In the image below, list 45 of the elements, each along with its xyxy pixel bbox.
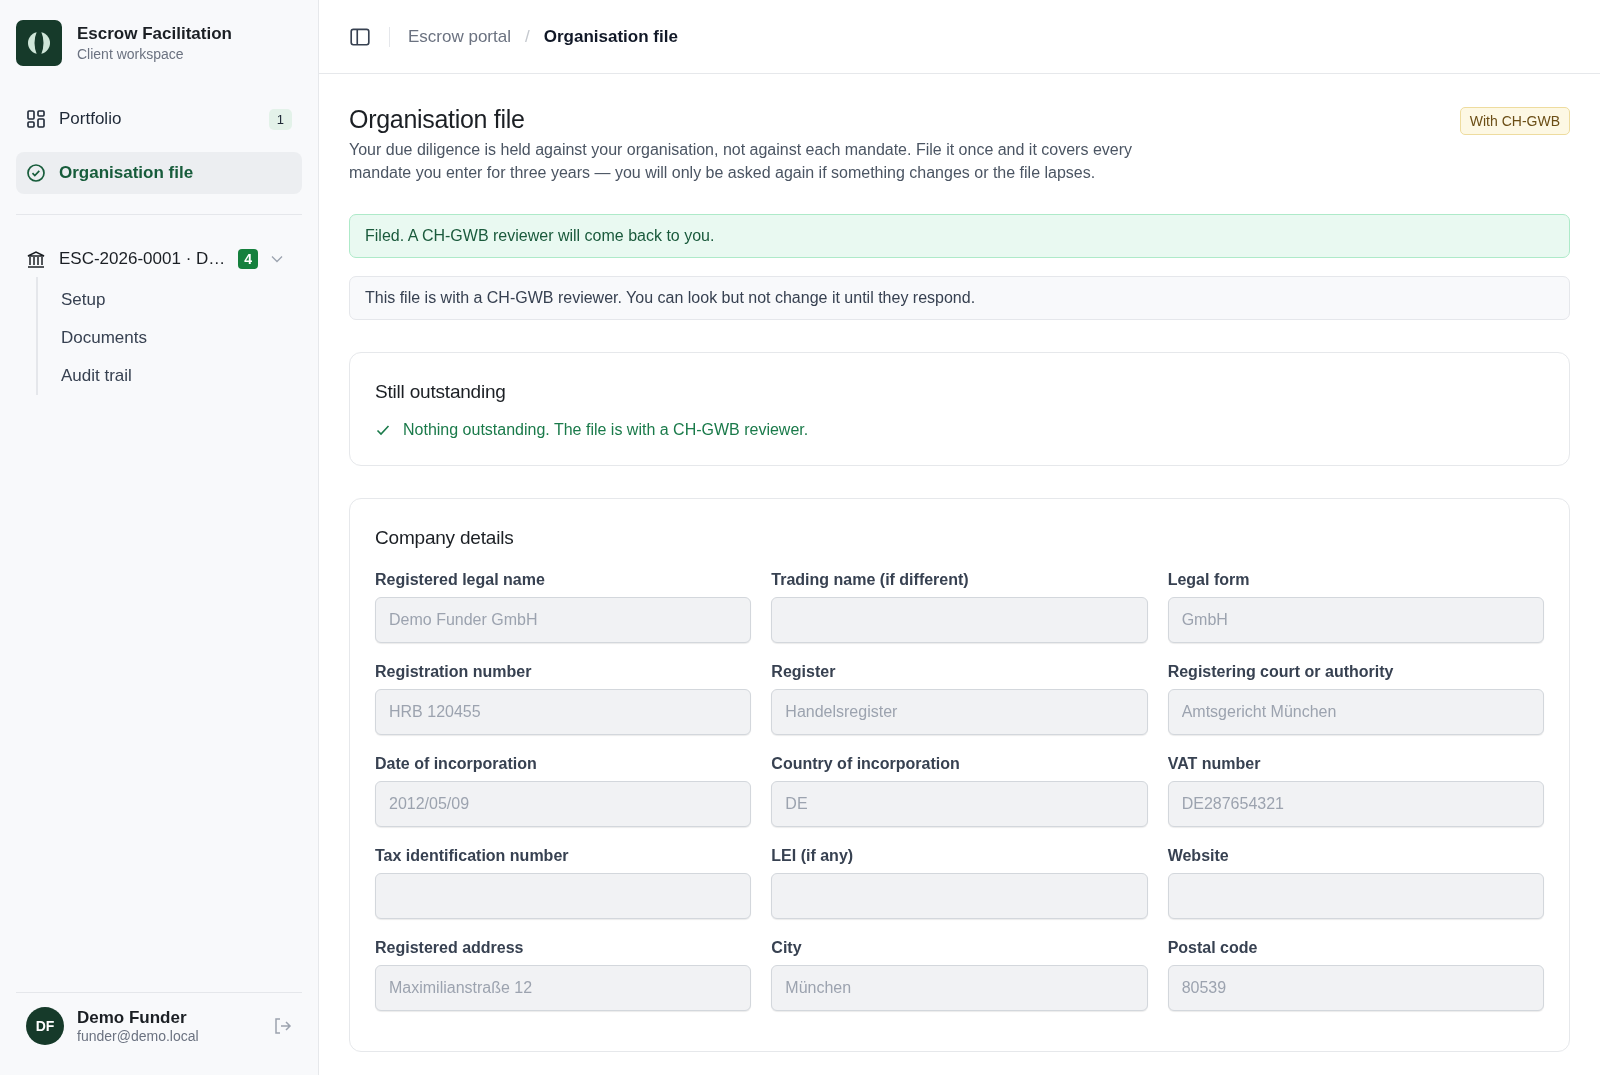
nav-item[interactable]: Portfolio 1 — [16, 98, 302, 140]
chevron-icon — [271, 255, 284, 263]
app-title: Escrow Facilitation — [77, 24, 232, 44]
user-email: funder@demo.local — [77, 1028, 199, 1044]
page-title: Organisation file — [349, 105, 526, 134]
sidebar-toggle-icon[interactable] — [349, 25, 371, 48]
user-name: Demo Funder — [77, 1008, 188, 1028]
user-avatar: DF — [26, 1007, 64, 1045]
field-label: Registered legal name — [375, 571, 546, 589]
page-description: Your due diligence is held against your organisation, not against each mandate. File it once and it covers every mandate you enter for three years — you will only be asked again if something changes or the file lapses. — [349, 140, 1133, 183]
field-label: Registration number — [375, 663, 533, 681]
status-badge: With CH-GWB — [1459, 107, 1570, 135]
field-label: Registering court or authority — [1167, 663, 1395, 681]
grid-icon — [26, 109, 46, 129]
breadcrumb-link[interactable]: Escrow portal — [408, 26, 511, 47]
field-label: Website — [1167, 847, 1230, 865]
section-title: Still outstanding — [375, 381, 507, 403]
outstanding-message: Nothing outstanding. The file is with a CH-GWB reviewer. — [375, 421, 1544, 439]
section-title: Company details — [375, 527, 515, 549]
app-subtitle: Client workspace — [77, 46, 185, 62]
nav-item[interactable]: Organisation file — [16, 152, 302, 194]
count-badge: 1 — [268, 108, 292, 130]
field-label: Postal code — [1167, 939, 1259, 957]
field-label: Trading name (if different) — [771, 571, 970, 589]
check-circle-icon — [26, 163, 46, 183]
field-label: City — [771, 939, 803, 957]
logout-icon[interactable] — [272, 1016, 292, 1036]
mandate-item[interactable]: ESC-2026-0001 · D… 4 — [16, 235, 302, 277]
field-label: Country of incorporation — [771, 755, 961, 773]
field-label: Date of incorporation — [375, 755, 538, 773]
bank-icon — [26, 249, 46, 269]
field-label: Tax identification number — [375, 847, 570, 865]
logo-icon — [16, 20, 62, 66]
subnav-item[interactable]: Documents — [38, 319, 302, 357]
field-label: VAT number — [1167, 755, 1262, 773]
breadcrumb-separator: / — [525, 26, 530, 47]
subnav-item[interactable]: Audit trail — [38, 357, 302, 395]
breadcrumb-link[interactable]: Organisation file — [543, 26, 678, 47]
alert-banner: Filed. A CH-GWB reviewer will come back to you. — [349, 214, 1570, 258]
field-label: Register — [771, 663, 837, 681]
field-label: Legal form — [1167, 571, 1251, 589]
field-label: Registered address — [375, 939, 525, 957]
subnav-item[interactable]: Setup — [38, 281, 302, 319]
alert-banner: This file is with a CH-GWB reviewer. You can look but not change it until they respond. — [349, 276, 1570, 320]
field-label: LEI (if any) — [771, 847, 855, 865]
